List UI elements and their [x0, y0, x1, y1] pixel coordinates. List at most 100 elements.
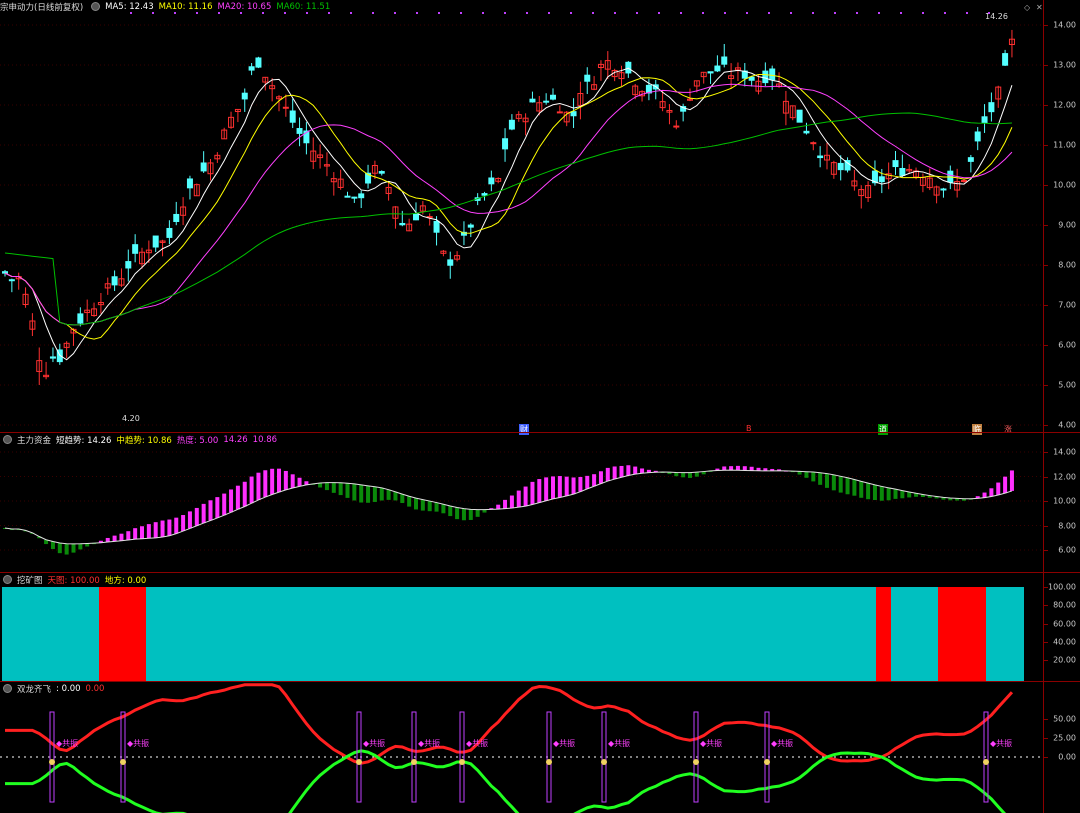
- histogram-bar: [859, 481, 864, 498]
- histogram-bar: [133, 528, 138, 540]
- high-price-label: 14.26: [985, 12, 1008, 21]
- signal-dot: [570, 12, 572, 14]
- histogram-bar: [50, 541, 55, 550]
- candle-body: [399, 222, 406, 226]
- signal-dot: [812, 12, 814, 14]
- axis-tick: [1044, 719, 1048, 720]
- axis-tick: [1044, 452, 1048, 453]
- axis-tick-label: 11.00: [1053, 140, 1076, 150]
- axis-tick-label: 8.00: [1058, 260, 1076, 270]
- signal-coin: [411, 759, 417, 765]
- candle-body: [981, 116, 988, 124]
- candle-body: [351, 196, 358, 199]
- axis-tick: [1044, 225, 1048, 226]
- signal-coin: [983, 759, 989, 765]
- signal-dot: [944, 12, 946, 14]
- signal-dot: [174, 12, 176, 14]
- histogram-bar: [229, 489, 234, 513]
- signal-coin: [120, 759, 126, 765]
- candle-body: [967, 157, 974, 162]
- histogram-bar: [386, 489, 391, 500]
- histogram-bar: [249, 476, 254, 504]
- histogram-bar: [804, 471, 809, 478]
- histogram-bar: [585, 475, 590, 489]
- resonance-label: ◆共振: [700, 738, 722, 748]
- histogram-bar: [557, 476, 562, 498]
- histogram-bar: [181, 515, 186, 532]
- signal-coin: [546, 759, 552, 765]
- histogram-bar: [441, 504, 446, 514]
- histogram-bar: [187, 511, 192, 529]
- axis-tick: [1044, 145, 1048, 146]
- signal-dot: [614, 12, 616, 14]
- axis-tick: [1044, 65, 1048, 66]
- signal-dot: [790, 12, 792, 14]
- main-chart-panel[interactable]: 宗申动力(日线前复权) MA5: 12.43 MA10: 11.16 MA20:…: [0, 0, 1080, 435]
- candle-body: [152, 235, 159, 248]
- histogram-bar: [215, 497, 220, 518]
- indicator2-axis: 100.00 80.00 60.00 40.00 20.00: [1043, 573, 1080, 681]
- axis-tick: [1044, 105, 1048, 106]
- histogram-bar: [78, 543, 83, 550]
- price-axis: 14.00 13.00 12.00 11.00 10.00 9.00 8.00 7.00 6.0…: [1043, 0, 1080, 432]
- signal-dot: [482, 12, 484, 14]
- axis-tick-label: 6.00: [1058, 340, 1076, 350]
- signal-dot: [548, 12, 550, 14]
- candle-body: [803, 130, 810, 134]
- signal-dot: [284, 12, 286, 14]
- histogram-bar: [900, 490, 905, 499]
- histogram-bar: [818, 472, 823, 485]
- signal-coin: [693, 759, 699, 765]
- axis-tick-label: 6.00: [1058, 545, 1076, 555]
- histogram-bar: [838, 476, 843, 493]
- candle-body: [625, 61, 632, 74]
- candle-body: [248, 66, 255, 71]
- histogram-bar: [619, 465, 624, 478]
- histogram-bar: [201, 503, 206, 524]
- histogram-bar: [1003, 476, 1008, 494]
- axis-tick-label: 80.00: [1053, 600, 1076, 610]
- candle-body: [125, 261, 132, 269]
- main-force-panel[interactable]: 主力资金 短趋势: 14.26 中趋势: 10.86 热度: 5.00 14.2…: [0, 433, 1080, 572]
- histogram-bar: [907, 491, 912, 498]
- candle-body: [77, 313, 84, 324]
- histogram-bar: [592, 474, 597, 487]
- candle-body: [543, 100, 550, 103]
- histogram-bar: [852, 479, 857, 496]
- histogram-bar: [831, 474, 836, 491]
- axis-tick-label: 20.00: [1053, 655, 1076, 665]
- histogram-bar: [256, 472, 261, 500]
- signal-bar: [601, 711, 607, 803]
- axis-tick-label: 4.00: [1058, 420, 1076, 430]
- histogram-bar: [352, 483, 357, 501]
- candle-body: [1002, 53, 1009, 66]
- histogram-bar: [208, 500, 213, 521]
- upper-dragon-line: [5, 683, 1014, 765]
- histogram-bar: [729, 466, 734, 471]
- histogram-bar: [270, 468, 275, 495]
- axis-tick: [1044, 385, 1048, 386]
- axis-tick: [1044, 265, 1048, 266]
- candle-body: [988, 102, 995, 113]
- signal-dot: [218, 12, 220, 14]
- candle-body: [817, 155, 824, 159]
- histogram-bar: [681, 472, 686, 478]
- candle-body: [413, 213, 419, 221]
- histogram-bar: [811, 471, 816, 482]
- candle-body: [200, 162, 207, 172]
- histogram-bar: [146, 524, 151, 539]
- candle-body: [186, 178, 193, 189]
- mining-panel[interactable]: 挖矿图 天图: 100.00 地方: 0.00 100.00 80.00 60.00…: [0, 573, 1080, 681]
- candle-body: [481, 193, 488, 196]
- axis-tick-label: 12.00: [1053, 472, 1076, 481]
- candle-body: [796, 109, 803, 123]
- dragon-panel[interactable]: 双龙齐飞 : 0.00 0.00 ◆共振 ◆共振 ◆共振 ◆共振 ◆共振 ◆共振 ◆共振 ◆共…: [0, 682, 1080, 813]
- signal-dot: [262, 12, 264, 14]
- histogram-bar: [537, 479, 542, 503]
- axis-tick-label: 9.00: [1058, 220, 1076, 230]
- histogram-bar: [71, 543, 76, 553]
- histogram-bar: [242, 481, 247, 507]
- candle-body: [810, 142, 817, 145]
- candle-body: [940, 188, 947, 191]
- histogram-bar: [153, 522, 158, 538]
